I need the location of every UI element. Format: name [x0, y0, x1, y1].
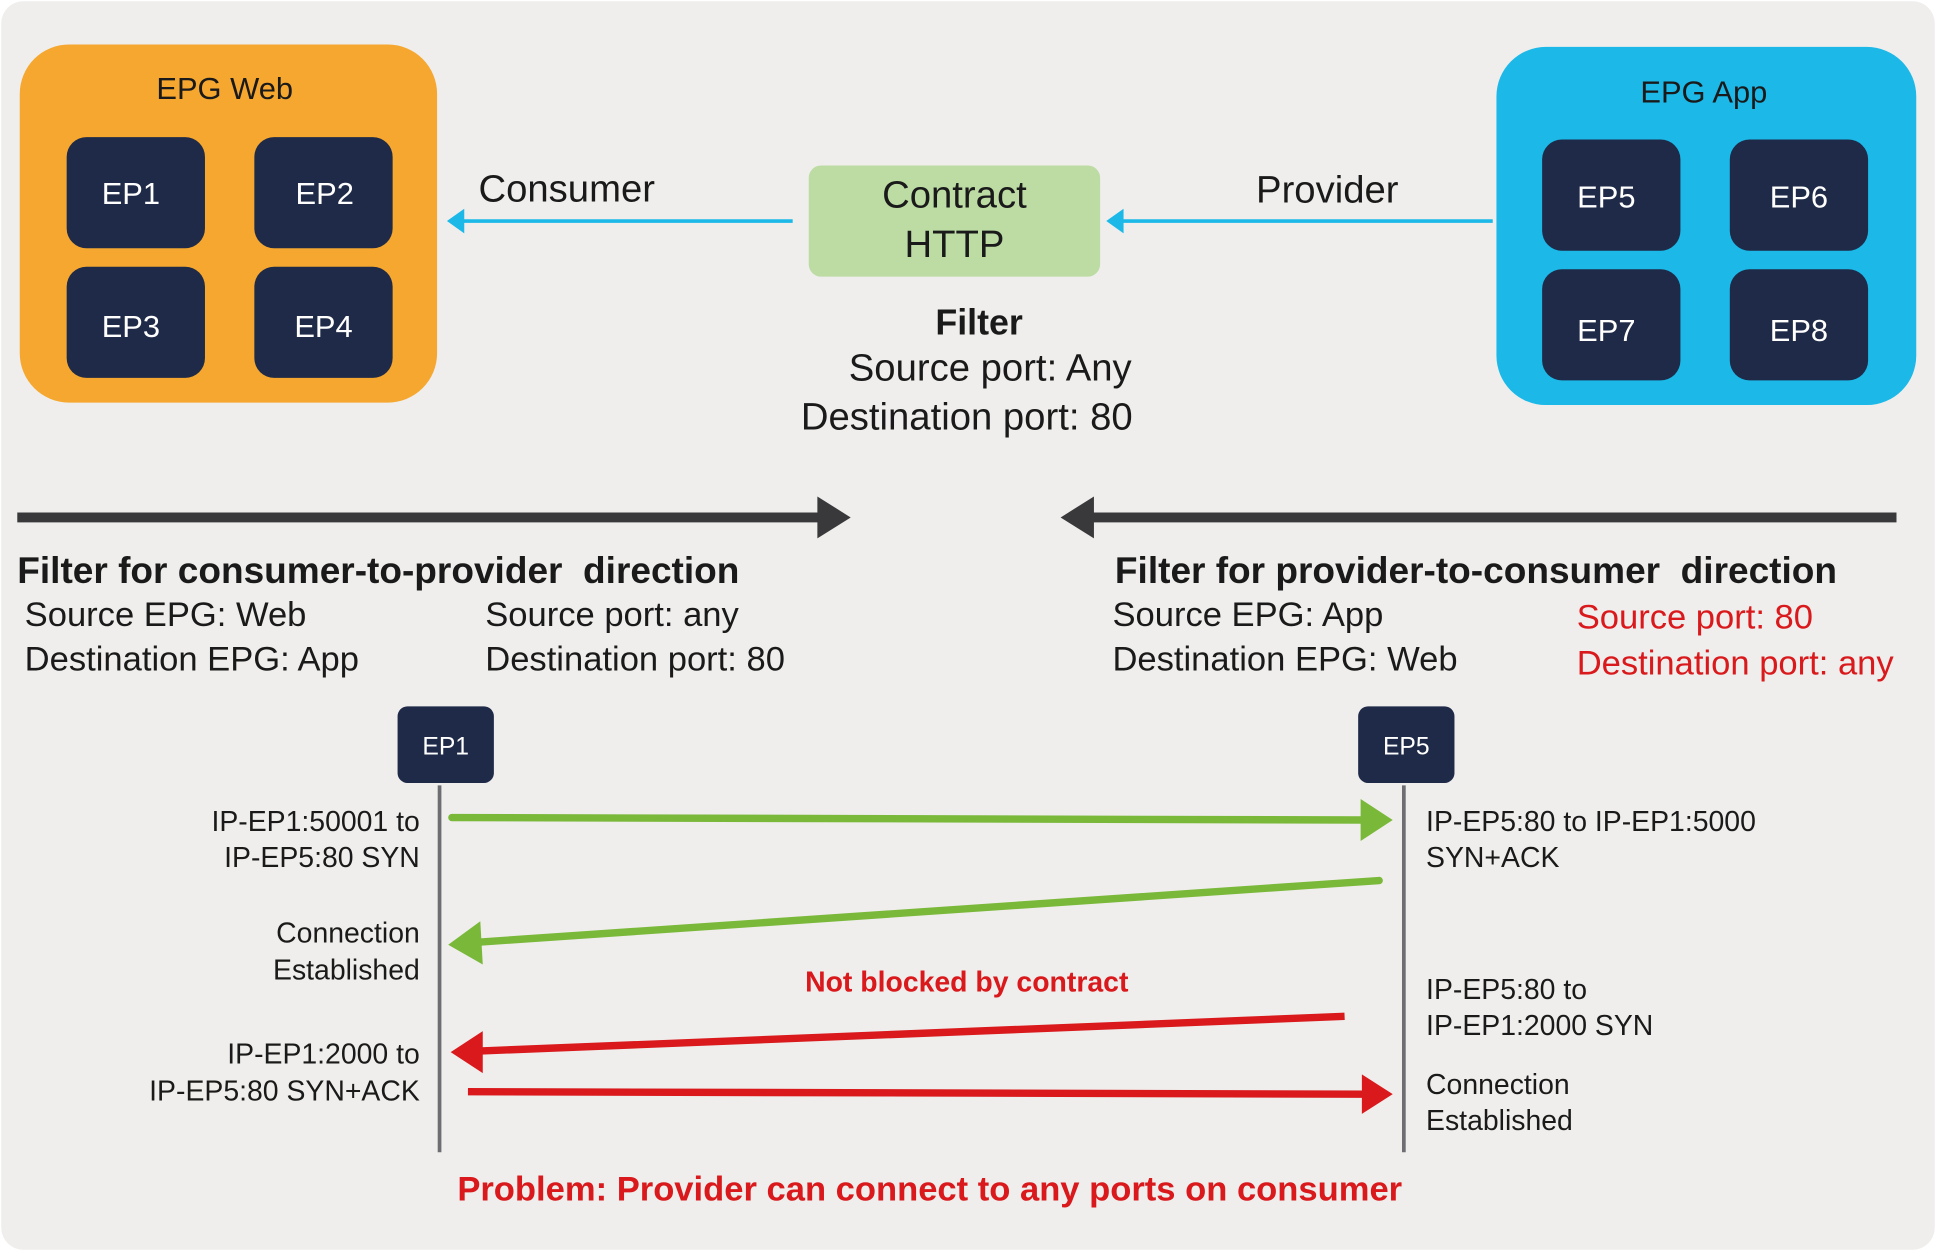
message-left-label: Connection — [276, 917, 420, 949]
endpoint-label: EP1 — [102, 176, 160, 211]
direction-arrow-shaft — [1091, 512, 1897, 523]
endpoint-label: EP8 — [1770, 313, 1828, 348]
epg-web-title: EPG Web — [156, 71, 293, 106]
provider-label: Provider — [1256, 169, 1399, 212]
endpoint-label: EP2 — [296, 176, 354, 211]
endpoint-ep2[interactable]: EP2 — [254, 137, 393, 249]
message-left-label: IP-EP1:2000 to — [227, 1038, 420, 1070]
contract-line2: HTTP — [904, 223, 1004, 266]
endpoint-label: EP7 — [1577, 313, 1635, 348]
direction-arrow-shaft — [17, 512, 820, 523]
epg-app-group: EPG App EP5 EP6 EP7 EP8 — [1496, 46, 1917, 406]
sequence-endpoint-ep1[interactable]: EP1 — [397, 706, 494, 783]
p2c-source-port: Source port: 80 — [1577, 599, 1813, 637]
c2p-destination-port: Destination port: 80 — [485, 641, 785, 679]
p2c-destination-epg: Destination EPG: Web — [1112, 641, 1457, 679]
filter-title: Filter — [935, 303, 1023, 343]
message-left-label: IP-EP5:80 SYN — [224, 842, 420, 874]
message-right-label: Connection — [1426, 1069, 1570, 1101]
message-right-label: IP-EP5:80 to — [1426, 974, 1587, 1006]
contract-filter-diagram: EPG Web EP1 EP2 EP3 EP4 EPG App EP5 EP6 — [1, 1, 1935, 1250]
epg-app-title: EPG App — [1640, 74, 1767, 109]
p2c-title: Filter for provider-to-consumer directio… — [1115, 549, 1837, 591]
filter-source-port: Source port: Any — [849, 346, 1133, 389]
endpoint-label: EP6 — [1770, 179, 1828, 214]
consumer-label: Consumer — [478, 167, 655, 210]
sequence-endpoint-ep5[interactable]: EP5 — [1358, 706, 1455, 783]
c2p-source-epg: Source EPG: Web — [25, 596, 307, 634]
endpoint-ep3[interactable]: EP3 — [66, 266, 205, 378]
problem-statement: Problem: Provider can connect to any por… — [457, 1170, 1402, 1208]
message-left-label: IP-EP5:80 SYN+ACK — [149, 1075, 420, 1107]
message-left-label: Established — [273, 954, 420, 986]
endpoint-ep7[interactable]: EP7 — [1542, 269, 1681, 381]
endpoint-label: EP3 — [102, 309, 160, 344]
endpoint-ep4[interactable]: EP4 — [254, 266, 393, 378]
c2p-source-port: Source port: any — [485, 596, 739, 634]
c2p-title: Filter for consumer-to-provider directio… — [17, 549, 739, 591]
endpoint-ep5[interactable]: EP5 — [1542, 139, 1681, 251]
c2p-destination-epg: Destination EPG: App — [25, 641, 359, 679]
sequence-endpoint-label: EP5 — [1383, 734, 1430, 761]
endpoint-label: EP4 — [294, 309, 352, 344]
contract-line1: Contract — [882, 173, 1027, 216]
endpoint-ep8[interactable]: EP8 — [1729, 269, 1869, 381]
endpoint-ep1[interactable]: EP1 — [66, 137, 205, 249]
message-left-label: IP-EP1:50001 to — [211, 806, 419, 838]
sequence-endpoint-label: EP1 — [422, 734, 469, 761]
endpoint-ep6[interactable]: EP6 — [1729, 139, 1869, 251]
message-right-label: SYN+ACK — [1426, 842, 1559, 874]
not-blocked-annotation: Not blocked by contract — [805, 967, 1129, 999]
p2c-source-epg: Source EPG: App — [1112, 596, 1383, 634]
p2c-destination-port: Destination port: any — [1577, 644, 1895, 682]
message-right-label: Established — [1426, 1105, 1573, 1137]
message-right-label: IP-EP1:2000 SYN — [1426, 1010, 1653, 1042]
filter-destination-port: Destination port: 80 — [801, 396, 1133, 439]
message-right-label: IP-EP5:80 to IP-EP1:5000 — [1426, 806, 1756, 838]
endpoint-label: EP5 — [1577, 179, 1635, 214]
message-arrow-line — [467, 1087, 1366, 1098]
message-arrow-line — [448, 813, 1369, 824]
epg-web-group: EPG Web EP1 EP2 EP3 EP4 — [19, 44, 438, 403]
